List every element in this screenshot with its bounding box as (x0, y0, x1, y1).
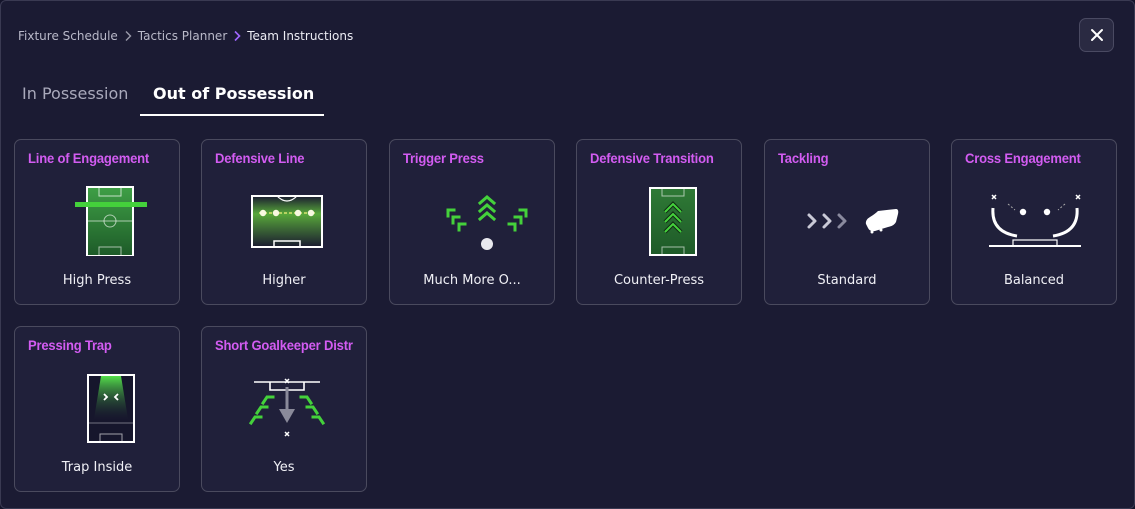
card-short-goalkeeper-distribution[interactable]: Short Goalkeeper Distr Yes (201, 326, 367, 492)
card-value: Trap Inside (61, 460, 133, 475)
chevron-right-icon (233, 30, 241, 42)
card-line-of-engagement[interactable]: Line of Engagement High Press (14, 139, 180, 305)
defensive-transition-icon (590, 180, 730, 256)
defensive-line-icon (215, 180, 355, 256)
short-goalkeeper-distribution-icon (215, 367, 355, 443)
breadcrumb: Fixture Schedule Tactics Planner Team In… (18, 28, 353, 44)
card-value: Higher (262, 273, 306, 288)
tackling-boot-icon (778, 180, 918, 256)
card-pressing-trap[interactable]: Pressing Trap Trap Inside (14, 326, 180, 492)
close-button[interactable] (1079, 18, 1114, 52)
active-tab-indicator (140, 114, 324, 116)
card-title: Defensive Transition (590, 150, 714, 166)
card-defensive-line[interactable]: Defensive Line Higher (201, 139, 367, 305)
cross-engagement-icon (965, 180, 1105, 256)
possession-tabs: In Possession Out of Possession (1, 71, 401, 117)
card-value: Much More O... (423, 273, 521, 288)
card-title: Defensive Line (215, 150, 305, 166)
card-value: Standard (817, 273, 877, 288)
trigger-press-icon (403, 180, 543, 256)
close-icon (1090, 29, 1103, 41)
breadcrumb-tactics-planner[interactable]: Tactics Planner (138, 29, 227, 43)
card-defensive-transition[interactable]: Defensive Transition Counter-Press (576, 139, 742, 305)
pressing-trap-icon (28, 367, 168, 443)
team-instructions-panel: Fixture Schedule Tactics Planner Team In… (0, 0, 1135, 509)
card-value: High Press (62, 273, 132, 288)
card-title: Tackling (778, 150, 829, 166)
card-tackling[interactable]: Tackling Standard (764, 139, 930, 305)
tab-out-of-possession[interactable]: Out of Possession (153, 71, 314, 115)
card-title: Cross Engagement (965, 150, 1081, 166)
card-title: Trigger Press (403, 150, 484, 166)
line-of-engagement-icon (28, 180, 168, 257)
breadcrumb-fixture-schedule[interactable]: Fixture Schedule (18, 29, 118, 43)
card-value: Counter-Press (613, 273, 705, 288)
breadcrumb-team-instructions: Team Instructions (247, 29, 354, 43)
tab-in-possession[interactable]: In Possession (22, 71, 128, 115)
card-value: Yes (273, 460, 295, 475)
card-title: Short Goalkeeper Distr (215, 337, 353, 353)
chevron-right-icon (124, 30, 132, 42)
card-trigger-press[interactable]: Trigger Press Much More O... (389, 139, 555, 305)
card-value: Balanced (1003, 273, 1065, 288)
card-cross-engagement[interactable]: Cross Engagement Balanced (951, 139, 1117, 305)
card-title: Pressing Trap (28, 337, 112, 353)
card-title: Line of Engagement (28, 150, 150, 166)
